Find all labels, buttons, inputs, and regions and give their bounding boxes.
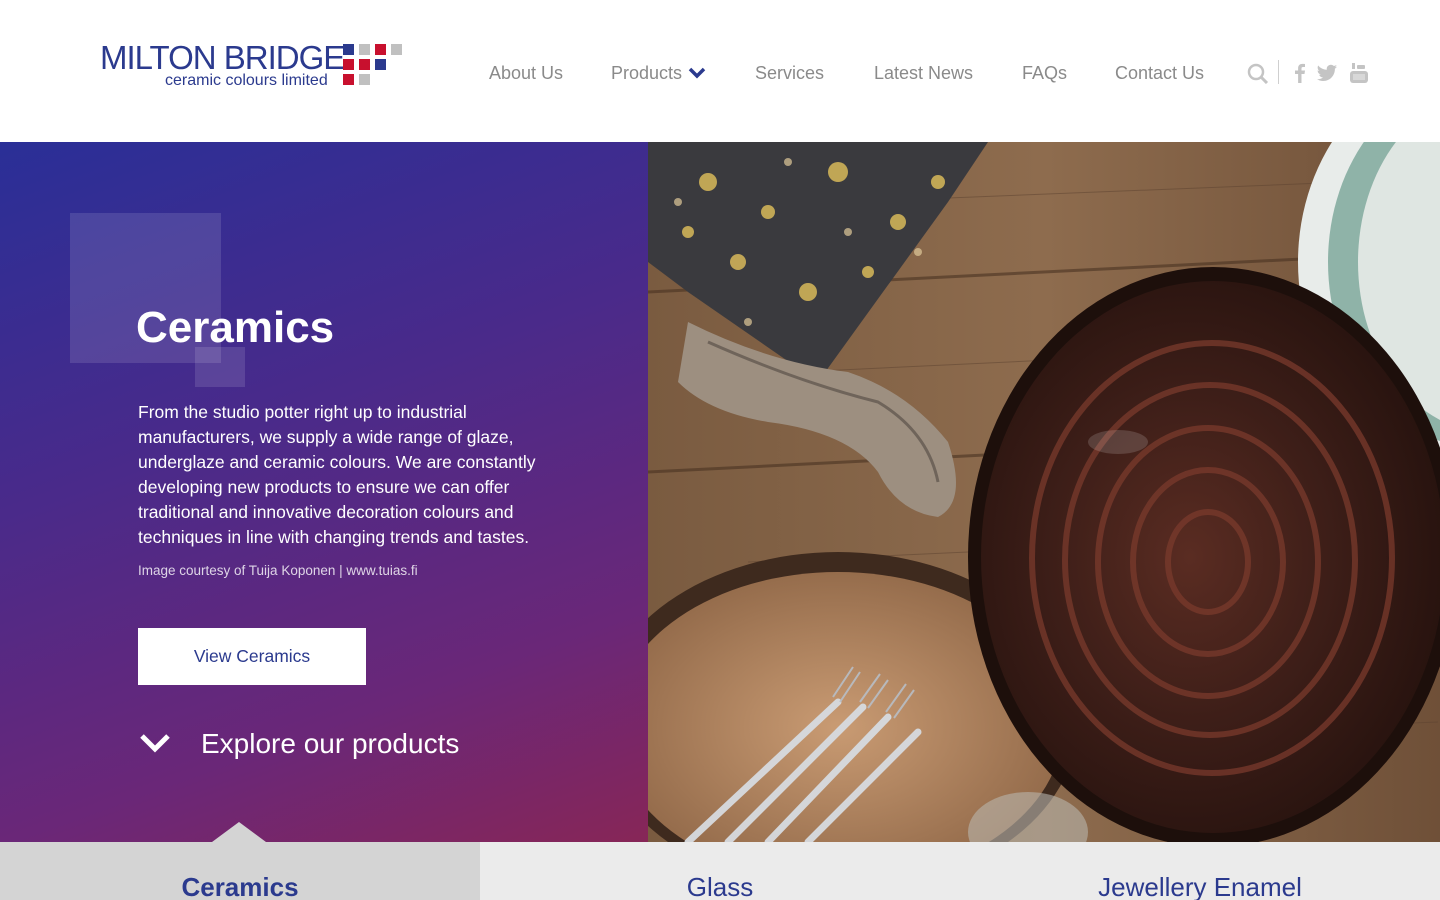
hero-panel: Ceramics From the studio potter right up… xyxy=(0,142,648,842)
hero-description: From the studio potter right up to indus… xyxy=(138,402,536,547)
nav-about-us[interactable]: About Us xyxy=(489,60,563,86)
twitter-icon[interactable] xyxy=(1316,62,1338,84)
tab-ceramics[interactable]: Ceramics xyxy=(0,842,480,900)
nav-services[interactable]: Services xyxy=(755,60,824,86)
logo-squares-icon xyxy=(343,44,403,88)
nav-products[interactable]: Products xyxy=(611,60,706,86)
site-header: MILTON BRIDGE ceramic colours limited Ab… xyxy=(0,0,1440,142)
nav-latest-news[interactable]: Latest News xyxy=(874,60,973,86)
chevron-down-icon xyxy=(138,731,172,755)
nav-products-label: Products xyxy=(611,63,683,83)
logo-tagline: ceramic colours limited xyxy=(165,72,328,89)
explore-products-label: Explore our products xyxy=(201,728,460,759)
tools-divider xyxy=(1278,60,1279,84)
image-credit: Image courtesy of Tuija Koponen | www.tu… xyxy=(138,563,418,578)
search-icon[interactable] xyxy=(1247,62,1269,85)
tab-glass[interactable]: Glass xyxy=(480,842,960,900)
tab-jewellery-enamel[interactable]: Jewellery Enamel xyxy=(960,842,1440,900)
hero-title: Ceramics xyxy=(136,303,335,352)
product-tabs: Ceramics Glass Jewellery Enamel xyxy=(0,842,1440,900)
nav-contact-us[interactable]: Contact Us xyxy=(1115,60,1204,86)
nav-faqs[interactable]: FAQs xyxy=(1022,60,1067,86)
hero-image xyxy=(648,142,1440,842)
active-tab-pointer xyxy=(212,822,266,842)
facebook-icon[interactable] xyxy=(1289,62,1311,84)
logo[interactable]: MILTON BRIDGE ceramic colours limited xyxy=(100,40,410,92)
youtube-icon[interactable] xyxy=(1348,62,1370,84)
view-ceramics-button[interactable]: View Ceramics xyxy=(138,628,366,685)
logo-name: MILTON BRIDGE xyxy=(100,39,345,76)
chevron-down-icon xyxy=(688,60,706,86)
